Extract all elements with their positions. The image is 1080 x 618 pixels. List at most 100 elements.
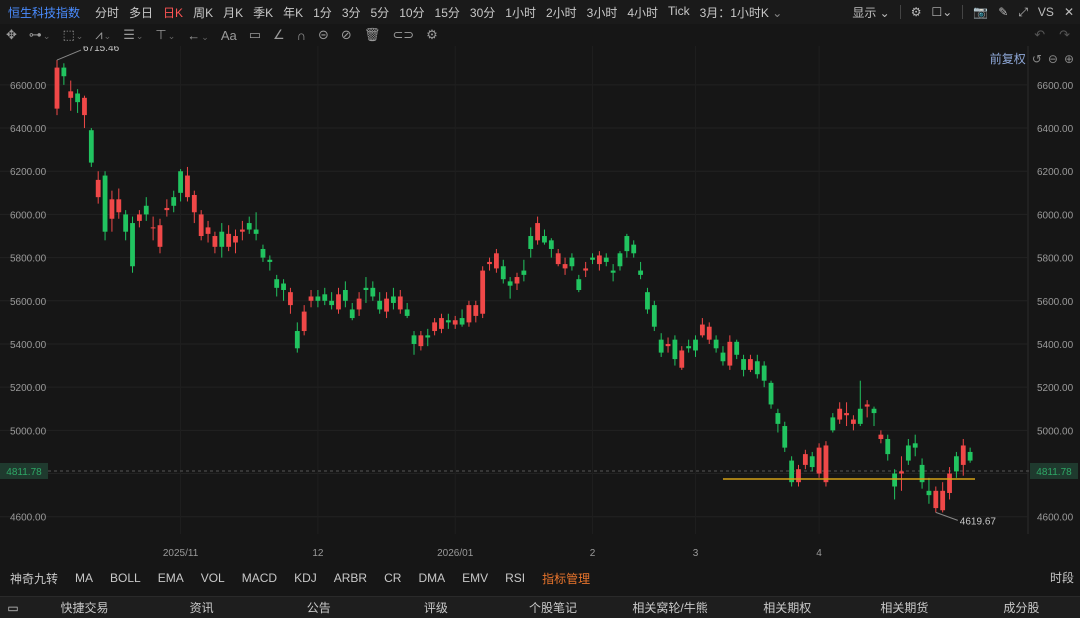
indicator-tab[interactable]: VOL	[201, 571, 225, 585]
timeline-button[interactable]: 时段	[1050, 568, 1074, 588]
indicator-tab[interactable]: DMA	[418, 571, 445, 585]
bottom-tab[interactable]: 相关期权	[729, 599, 846, 616]
period-tab[interactable]: 日K	[158, 4, 188, 21]
low-price-label: 4619.67	[960, 516, 997, 527]
candle-body	[693, 339, 698, 351]
candle-body	[157, 225, 163, 247]
pen-icon[interactable]: ✎	[998, 5, 1008, 19]
camera-icon[interactable]: 📷	[973, 5, 988, 19]
comment-icon[interactable]: ▭	[249, 27, 261, 43]
custom-period-dropdown[interactable]: 3月：1小时K	[695, 4, 788, 21]
delete-icon[interactable]: 🗑	[364, 27, 381, 43]
panel-toggle-icon[interactable]: ▭	[0, 601, 26, 615]
line-tool-icon[interactable]: ⊶⌄	[29, 27, 51, 43]
candle-body	[651, 305, 657, 327]
candle-body	[494, 253, 499, 269]
candle-body	[562, 264, 568, 269]
indicator-tab[interactable]: EMV	[462, 571, 488, 585]
bottom-tab[interactable]: 个股笔记	[494, 599, 611, 616]
candle-body	[260, 248, 266, 258]
period-tab[interactable]: 季K	[248, 4, 278, 21]
layout-icon[interactable]: ☐⌄	[931, 5, 952, 19]
hide-icon[interactable]: ⊘	[341, 27, 352, 43]
indicator-tab[interactable]: BOLL	[110, 571, 141, 585]
bottom-tab[interactable]: 成分股	[963, 599, 1080, 616]
settings-icon[interactable]: ⚙	[911, 5, 922, 19]
eraser-icon[interactable]: ∠	[273, 27, 285, 43]
candle-body	[445, 320, 451, 323]
rect-select-icon[interactable]: ⬚⌄	[62, 27, 83, 43]
indicator-tab[interactable]: 神奇九转	[10, 570, 58, 587]
vertical-line-icon[interactable]: ⊤⌄	[155, 27, 175, 43]
indicator-tab[interactable]: 指标管理	[542, 570, 590, 587]
period-tab[interactable]: 3小时	[582, 4, 623, 21]
period-tab[interactable]: 月K	[218, 4, 248, 21]
indicator-tab[interactable]: ARBR	[334, 571, 367, 585]
candle-body	[617, 253, 623, 267]
candle-body	[892, 473, 898, 487]
brand-logo[interactable]: VS	[1038, 5, 1054, 19]
move-icon[interactable]: ✥	[6, 27, 17, 43]
indicator-tab[interactable]: KDJ	[294, 571, 317, 585]
arrow-tool-icon[interactable]: ←⌄	[187, 28, 209, 43]
period-tab[interactable]: 1分	[308, 4, 337, 21]
display-dropdown[interactable]: 显示 ⌄	[852, 4, 889, 21]
period-tab[interactable]: 1小时	[500, 4, 541, 21]
period-tab[interactable]: 分时	[90, 4, 124, 21]
bottom-tab[interactable]: 相关窝轮/牛熊	[612, 599, 729, 616]
period-tab[interactable]: 年K	[278, 4, 308, 21]
period-tab[interactable]: 30分	[465, 4, 500, 21]
candle-body	[198, 214, 204, 237]
period-tab[interactable]: 4小时	[622, 4, 663, 21]
bottom-tab[interactable]: 公告	[260, 599, 377, 616]
candle-body	[500, 266, 506, 280]
indicator-tab[interactable]: CR	[384, 571, 401, 585]
period-tab[interactable]: 3分	[337, 4, 366, 21]
candle-body	[610, 270, 616, 273]
candle-body	[768, 382, 774, 405]
candle-body	[576, 279, 582, 290]
period-tab[interactable]: Tick	[663, 4, 695, 21]
y-tick-label-left: 6400.00	[10, 124, 47, 135]
undo-icon[interactable]: ↶	[1034, 27, 1045, 43]
period-tab[interactable]: 多日	[124, 4, 158, 21]
fib-tool-icon[interactable]: ☰⌄	[123, 27, 143, 43]
candle-body	[473, 305, 479, 316]
indicator-tab[interactable]: RSI	[505, 571, 525, 585]
magnet-icon[interactable]: ∩	[297, 28, 306, 43]
candle-body	[624, 236, 630, 252]
bottom-tab[interactable]: 相关期货	[846, 599, 963, 616]
period-tab[interactable]: 15分	[430, 4, 465, 21]
text-tool-icon[interactable]: Aa	[221, 28, 237, 43]
period-tab[interactable]: 5分	[366, 4, 395, 21]
candle-body	[226, 233, 232, 247]
y-tick-label-right: 6200.00	[1037, 167, 1074, 178]
candle-body	[178, 171, 183, 193]
period-tab[interactable]: 2小时	[541, 4, 582, 21]
bottom-tab[interactable]: 评级	[377, 599, 494, 616]
candle-body	[555, 253, 561, 265]
indicator-tab[interactable]: EMA	[158, 571, 184, 585]
bottom-tab[interactable]: 资讯	[143, 599, 260, 616]
period-tab[interactable]: 周K	[188, 4, 218, 21]
indicator-tab[interactable]: MACD	[242, 571, 277, 585]
eye-icon[interactable]: ⊝	[318, 27, 329, 43]
redo-icon[interactable]: ↷	[1059, 27, 1070, 43]
candle-body	[844, 413, 849, 416]
period-tab[interactable]: 10分	[394, 4, 429, 21]
candle-body	[967, 451, 973, 461]
tool-settings-icon[interactable]: ⚙	[426, 27, 438, 43]
index-title[interactable]: 恒生科技指数	[8, 4, 80, 21]
candle-body	[631, 244, 637, 254]
candle-body	[342, 290, 348, 301]
candlestick-chart[interactable]: 6600.00 6600.00 6400.00 6400.00 6200.00 6200.…	[0, 46, 1080, 568]
link-icon[interactable]: ⊂⊃	[392, 27, 414, 43]
indicator-tab[interactable]: MA	[75, 571, 93, 585]
close-icon[interactable]: ✕	[1064, 5, 1074, 19]
candle-body	[61, 67, 67, 77]
bottom-tab[interactable]: 快捷交易	[26, 599, 143, 616]
fullscreen-icon[interactable]: ⤢	[1018, 5, 1028, 20]
candle-body	[583, 268, 589, 271]
y-tick-label-left: 5600.00	[10, 297, 47, 308]
pattern-tool-icon[interactable]: ⩘⌄	[95, 27, 111, 43]
